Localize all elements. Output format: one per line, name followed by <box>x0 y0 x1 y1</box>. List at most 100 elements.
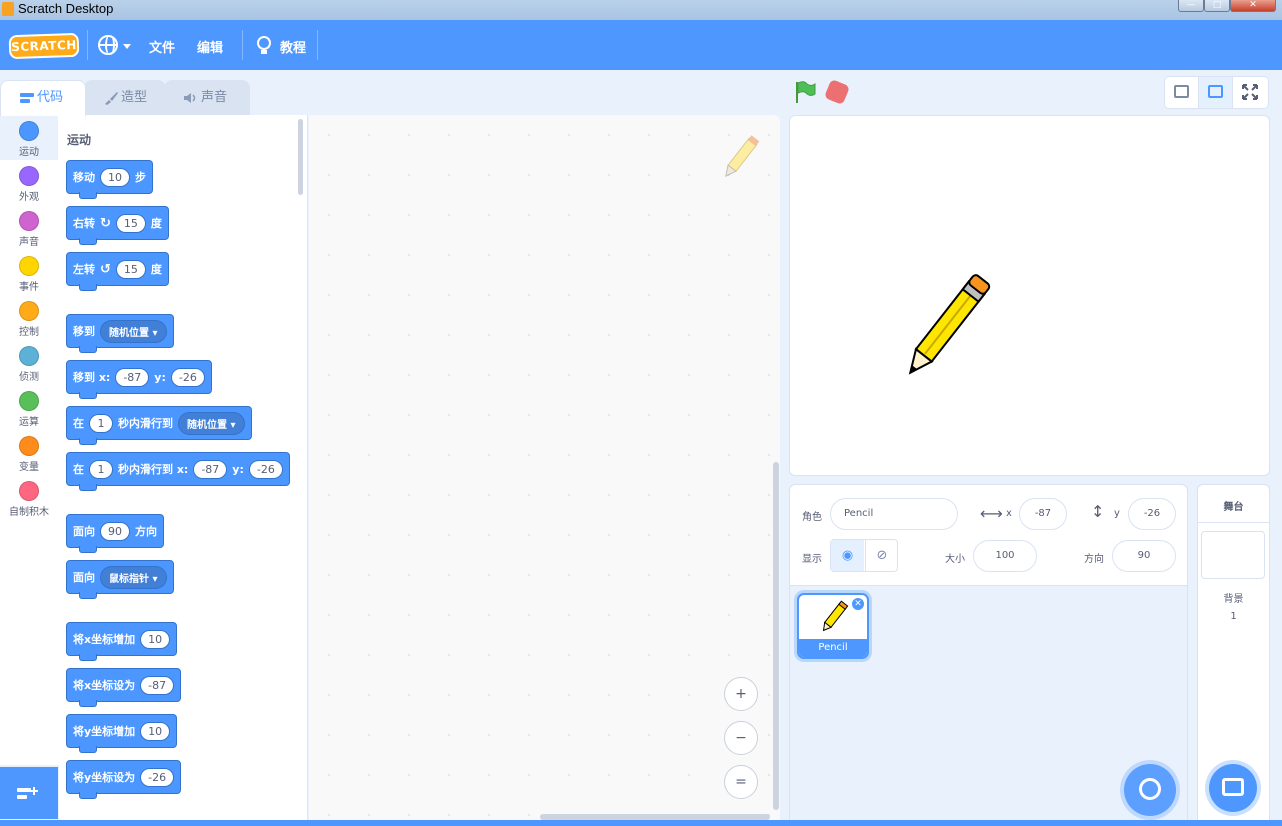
script-workspace[interactable] <box>309 115 780 822</box>
window-bottom-edge <box>0 820 1282 826</box>
block-turn-left[interactable]: 左转 ↺ 15 度 <box>66 252 169 291</box>
block-text: 将x坐标增加 <box>73 633 136 646</box>
block-input[interactable]: 10 <box>140 721 171 741</box>
small-stage-button[interactable] <box>1165 77 1199 108</box>
block-text: 秒内滑行到 x: <box>118 463 189 476</box>
sprite-name-field[interactable]: Pencil <box>830 498 958 530</box>
block-input[interactable]: 1 <box>89 413 113 433</box>
block-dropdown[interactable]: 鼠标指针 <box>100 565 167 589</box>
scratch-logo[interactable]: SCRATCH <box>8 32 80 60</box>
block-input[interactable]: 15 <box>115 259 146 279</box>
block-input[interactable]: 90 <box>100 521 130 541</box>
block-input[interactable]: 10 <box>140 629 171 649</box>
category-looks[interactable]: 外观 <box>0 160 58 205</box>
block-text: 移到 x: <box>73 371 111 384</box>
window-title: Scratch Desktop <box>18 1 114 16</box>
large-stage-button[interactable] <box>1199 77 1233 108</box>
category-operators[interactable]: 运算 <box>0 385 58 430</box>
tab-costumes[interactable]: 造型 <box>84 80 166 115</box>
x-field[interactable]: -87 <box>1019 498 1067 530</box>
pencil-sprite[interactable] <box>893 265 999 389</box>
block-input[interactable]: 10 <box>100 167 130 187</box>
horizontal-arrows-icon: ⟷ <box>980 504 1003 523</box>
block-change-x[interactable]: 将x坐标增加 10 <box>66 622 178 661</box>
block-move-steps[interactable]: 移动 10 步 <box>66 160 153 199</box>
minimize-button[interactable]: — <box>1178 0 1204 12</box>
block-goto-xy[interactable]: 移到 x: -87 y: -26 <box>66 360 212 399</box>
add-extension-button[interactable] <box>0 767 58 819</box>
category-my-blocks[interactable]: 自制积木 <box>0 475 58 520</box>
block-input[interactable]: -26 <box>248 459 283 479</box>
size-field[interactable]: 100 <box>973 540 1037 572</box>
hide-sprite-button[interactable]: ⊘ <box>865 540 898 571</box>
palette-scrollbar[interactable] <box>298 119 303 195</box>
block-glide-to[interactable]: 在 1 秒内滑行到 随机位置 <box>66 406 252 445</box>
block-input[interactable]: -87 <box>140 675 175 695</box>
maximize-button[interactable]: □ <box>1204 0 1230 12</box>
category-label: 外观 <box>19 192 39 203</box>
lightbulb-icon[interactable] <box>257 36 271 54</box>
category-sensing[interactable]: 侦测 <box>0 340 58 385</box>
block-input[interactable]: -87 <box>193 459 228 479</box>
menu-separator <box>242 30 243 60</box>
close-button[interactable]: ✕ <box>1230 0 1276 12</box>
block-change-y[interactable]: 将y坐标增加 10 <box>66 714 178 753</box>
menu-tutorials[interactable]: 教程 <box>280 37 306 56</box>
y-field[interactable]: -26 <box>1128 498 1176 530</box>
category-events[interactable]: 事件 <box>0 250 58 295</box>
tab-code[interactable]: 代码 <box>0 80 86 116</box>
category-motion[interactable]: 运动 <box>0 115 58 160</box>
zoom-out-button[interactable]: − <box>724 721 758 755</box>
add-backdrop-button[interactable] <box>1209 764 1257 812</box>
block-text: 将x坐标设为 <box>73 679 136 692</box>
block-text: 度 <box>150 217 162 230</box>
category-control[interactable]: 控制 <box>0 295 58 340</box>
menu-separator <box>87 30 88 60</box>
block-input[interactable]: -87 <box>115 367 150 387</box>
zoom-in-button[interactable]: + <box>724 677 758 711</box>
block-goto[interactable]: 移到 随机位置 <box>66 314 174 353</box>
add-extension-icon <box>17 787 38 799</box>
category-sound[interactable]: 声音 <box>0 205 58 250</box>
stage-canvas[interactable] <box>789 115 1270 476</box>
tab-costumes-label: 造型 <box>121 90 148 105</box>
menu-file[interactable]: 文件 <box>149 37 175 56</box>
speaker-icon <box>184 93 196 103</box>
tab-sounds[interactable]: 声音 <box>164 80 250 115</box>
stop-button[interactable] <box>823 78 851 106</box>
zoom-reset-button[interactable]: = <box>724 765 758 799</box>
block-input[interactable]: -26 <box>170 367 205 387</box>
block-set-x[interactable]: 将x坐标设为 -87 <box>66 668 182 707</box>
fullscreen-button[interactable] <box>1233 77 1267 108</box>
block-glide-xy[interactable]: 在 1 秒内滑行到 x: -87 y: -26 <box>66 452 290 491</box>
chevron-down-icon[interactable] <box>123 44 131 49</box>
block-set-y[interactable]: 将y坐标设为 -26 <box>66 760 182 799</box>
block-input[interactable]: 1 <box>89 459 113 479</box>
menu-edit[interactable]: 编辑 <box>197 37 223 56</box>
category-variables[interactable]: 变量 <box>0 430 58 475</box>
category-label: 声音 <box>19 237 39 248</box>
block-point-direction[interactable]: 面向 90 方向 <box>66 514 164 553</box>
category-dot <box>19 391 39 411</box>
block-turn-right[interactable]: 右转 ↻ 15 度 <box>66 206 169 245</box>
delete-sprite-button[interactable]: ✕ <box>850 596 866 612</box>
block-input[interactable]: -26 <box>140 767 175 787</box>
divider <box>1197 522 1270 523</box>
tab-code-label: 代码 <box>37 90 64 105</box>
vertical-arrows-icon: ↕ <box>1091 502 1105 521</box>
block-text: y: <box>232 462 244 476</box>
pencil-thumbnail-icon <box>822 600 849 632</box>
show-sprite-button[interactable]: ◉ <box>831 540 864 571</box>
category-menu: 运动 外观 声音 事件 控制 侦测 运算 变量 自制积木 <box>0 115 60 765</box>
language-globe-icon[interactable] <box>98 35 118 55</box>
block-dropdown[interactable]: 随机位置 <box>100 319 167 343</box>
block-dropdown[interactable]: 随机位置 <box>178 411 245 435</box>
stage-target-title: 舞台 <box>1223 502 1244 513</box>
add-sprite-button[interactable] <box>1124 764 1176 816</box>
workspace-vertical-scrollbar[interactable] <box>773 462 779 810</box>
block-input[interactable]: 15 <box>115 213 146 233</box>
green-flag-icon[interactable] <box>794 81 816 103</box>
direction-field[interactable]: 90 <box>1112 540 1176 572</box>
small-stage-icon <box>1174 85 1189 98</box>
block-point-towards[interactable]: 面向 鼠标指针 <box>66 560 174 599</box>
